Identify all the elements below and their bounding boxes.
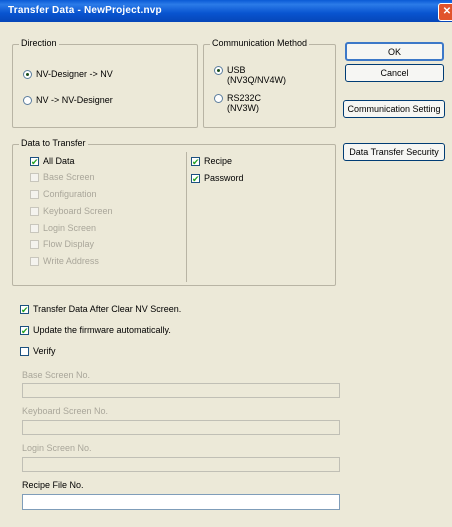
checkbox[interactable]: ✔ [191, 174, 200, 184]
checkbox-label: Base Screen [43, 172, 95, 182]
comm-option-label: USB (NV3Q/NV4W) [227, 65, 286, 85]
base-screen-input [22, 383, 340, 398]
checkbox[interactable]: ✔ [20, 326, 29, 336]
data-to-transfer-legend: Data to Transfer [19, 138, 88, 148]
login-screen-label: Login Screen No. [22, 443, 92, 453]
checkbox-label: Password [204, 173, 244, 183]
rs232c-label: RS232C [227, 93, 262, 103]
check-configuration: Configuration [30, 189, 97, 199]
recipe-file-input[interactable] [22, 494, 340, 510]
check-update-firmware[interactable]: ✔ Update the firmware automatically. [20, 325, 171, 336]
communication-method-group: Communication Method USB (NV3Q/NV4W) RS2… [203, 38, 336, 128]
comm-option-rs232c[interactable]: RS232C (NV3W) [214, 93, 261, 113]
checkbox [30, 257, 39, 266]
check-login-screen: Login Screen [30, 223, 96, 233]
login-screen-input [22, 457, 340, 472]
comm-option-usb[interactable]: USB (NV3Q/NV4W) [214, 65, 286, 85]
checkbox-label: Write Address [43, 256, 99, 266]
check-verify[interactable]: Verify [20, 346, 56, 356]
communication-setting-button[interactable]: Communication Setting [343, 100, 445, 118]
check-all-data[interactable]: ✔ All Data [30, 156, 75, 167]
data-transfer-security-button[interactable]: Data Transfer Security [343, 143, 445, 161]
checkbox-label: Verify [33, 346, 56, 356]
checkbox[interactable]: ✔ [20, 305, 29, 315]
close-icon[interactable]: ✕ [438, 3, 452, 21]
direction-option-to-designer[interactable]: NV -> NV-Designer [23, 95, 113, 105]
checkbox[interactable]: ✔ [191, 157, 200, 167]
radio-button[interactable] [23, 96, 32, 105]
comm-option-label: RS232C (NV3W) [227, 93, 261, 113]
cancel-button[interactable]: Cancel [345, 64, 444, 82]
usb-models: (NV3Q/NV4W) [227, 75, 287, 85]
check-write-address: Write Address [30, 256, 99, 266]
communication-method-legend: Communication Method [210, 38, 310, 48]
radio-button[interactable] [214, 66, 223, 75]
radio-button[interactable] [214, 94, 223, 103]
usb-label: USB [227, 65, 246, 75]
direction-option-to-nv[interactable]: NV-Designer -> NV [23, 69, 113, 79]
checkbox[interactable] [20, 347, 29, 356]
keyboard-screen-input [22, 420, 340, 435]
check-base-screen: Base Screen [30, 172, 95, 182]
checkbox-label: All Data [43, 156, 75, 166]
radio-button[interactable] [23, 70, 32, 79]
checkbox [30, 173, 39, 182]
rs232c-models: (NV3W) [227, 103, 259, 113]
title-bar[interactable]: Transfer Data - NewProject.nvp ✕ [0, 0, 452, 22]
checkbox-label: Configuration [43, 189, 97, 199]
direction-legend: Direction [19, 38, 59, 48]
window-title: Transfer Data - NewProject.nvp [8, 5, 162, 16]
checkbox [30, 190, 39, 199]
checkbox[interactable]: ✔ [30, 157, 39, 167]
checkbox-label: Transfer Data After Clear NV Screen. [33, 304, 182, 314]
group-divider [186, 152, 187, 282]
checkbox [30, 207, 39, 216]
checkbox-label: Login Screen [43, 223, 97, 233]
direction-option-label: NV -> NV-Designer [36, 95, 113, 105]
checkbox-label: Recipe [204, 156, 233, 166]
check-flow-display: Flow Display [30, 239, 94, 249]
check-keyboard-screen: Keyboard Screen [30, 206, 113, 216]
keyboard-screen-label: Keyboard Screen No. [22, 406, 109, 416]
direction-option-label: NV-Designer -> NV [36, 69, 113, 79]
check-password[interactable]: ✔ Password [191, 173, 244, 184]
checkbox [30, 224, 39, 233]
recipe-file-label: Recipe File No. [22, 480, 84, 490]
checkbox [30, 240, 39, 249]
direction-group: Direction NV-Designer -> NV NV -> NV-Des… [12, 38, 198, 128]
ok-button[interactable]: OK [345, 42, 444, 61]
check-clear-screen[interactable]: ✔ Transfer Data After Clear NV Screen. [20, 304, 182, 315]
checkbox-label: Update the firmware automatically. [33, 325, 171, 335]
checkbox-label: Keyboard Screen [43, 206, 113, 216]
check-recipe[interactable]: ✔ Recipe [191, 156, 233, 167]
checkbox-label: Flow Display [43, 239, 95, 249]
base-screen-label: Base Screen No. [22, 370, 91, 380]
